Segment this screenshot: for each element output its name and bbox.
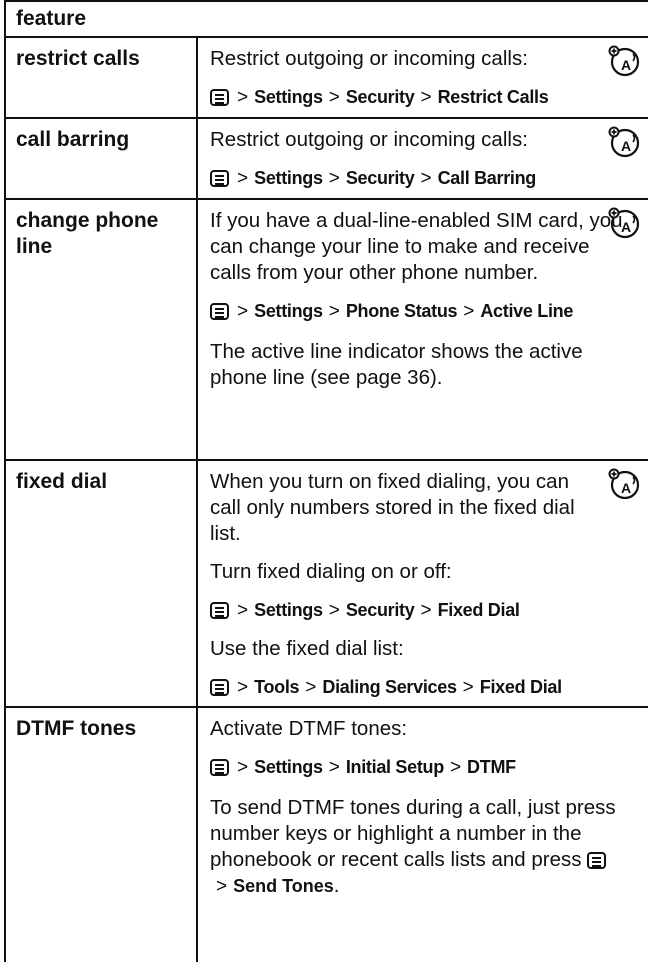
feature-name: fixed dial (6, 461, 198, 706)
menu-path-item: Settings (254, 87, 323, 107)
menu-key-icon (587, 852, 607, 869)
menu-path: > Settings > Initial Setup > DTMF (198, 742, 648, 781)
table-row: DTMF tones Activate DTMF tones: > Setting… (4, 708, 648, 962)
description-text: Activate DTMF tones: (210, 717, 408, 740)
menu-path-item: Dialing Services (322, 677, 457, 697)
feature-description: A Restrict outgoing or incoming calls: >… (198, 119, 648, 198)
menu-path-item: Fixed Dial (479, 677, 562, 697)
description-note: The active line indicator shows the acti… (210, 340, 583, 389)
menu-key-icon (210, 89, 229, 106)
description-subtext: Turn fixed dialing on or off: (210, 560, 452, 583)
menu-path-item: Security (345, 600, 415, 620)
table-row: fixed dial A When you turn on fixed dial… (4, 461, 648, 708)
feature-table: feature restrict calls A Restrict outgoi… (4, 0, 648, 962)
feature-description: Activate DTMF tones: > Settings > Initial S… (198, 708, 648, 962)
note-text: To send DTMF tones during a call, just p… (210, 796, 616, 871)
menu-path-item: Security (345, 87, 415, 107)
svg-text:A: A (621, 57, 631, 73)
feature-description: A Restrict outgoing or incoming calls: >… (198, 38, 648, 117)
menu-path: > Settings > Security > Restrict Calls (198, 72, 648, 111)
network-feature-icon: A (608, 126, 640, 158)
menu-path-item: Settings (254, 168, 323, 188)
network-feature-icon: A (608, 45, 640, 77)
description-note: To send DTMF tones during a call, just p… (210, 796, 616, 897)
menu-key-icon (210, 602, 229, 619)
menu-path-item: Restrict Calls (437, 87, 549, 107)
menu-path-item: Security (345, 168, 415, 188)
feature-column-header: feature (16, 7, 87, 30)
table-row: call barring A Restrict outgoing or inco… (4, 119, 648, 200)
menu-key-icon (210, 759, 229, 776)
menu-path-item: Fixed Dial (437, 600, 520, 620)
menu-path: > Settings > Phone Status > Active Line (198, 286, 648, 325)
menu-path-item: Settings (254, 600, 323, 620)
menu-path-item: Active Line (480, 301, 574, 321)
menu-path-item: Call Barring (437, 168, 537, 188)
table-header: feature (4, 0, 648, 38)
description-text: If you have a dual-line-enabled SIM card… (210, 209, 623, 284)
menu-path-item: Tools (254, 677, 300, 697)
menu-key-icon (210, 679, 229, 696)
svg-text:A: A (621, 138, 631, 154)
feature-name: restrict calls (6, 38, 198, 117)
menu-key-icon (210, 303, 229, 320)
feature-name: change phone line (6, 200, 198, 459)
network-feature-icon: A (608, 468, 640, 500)
feature-description: A If you have a dual-line-enabled SIM ca… (198, 200, 648, 459)
description-text: Restrict outgoing or incoming calls: (210, 47, 528, 70)
description-text: When you turn on fixed dialing, you can … (210, 470, 575, 545)
menu-path-item: Phone Status (345, 301, 458, 321)
menu-path: > Settings > Security > Call Barring (198, 153, 648, 192)
menu-path: > Tools > Dialing Services > Fixed Dial (198, 662, 648, 701)
svg-text:A: A (621, 480, 631, 496)
menu-path-item: Initial Setup (345, 757, 444, 777)
description-text: Restrict outgoing or incoming calls: (210, 128, 528, 151)
menu-path-item: Settings (254, 301, 323, 321)
description-subtext: Use the fixed dial list: (210, 637, 404, 660)
feature-description: A When you turn on fixed dialing, you ca… (198, 461, 648, 706)
menu-path: > Settings > Security > Fixed Dial (198, 585, 648, 624)
note-end: . (333, 874, 340, 897)
menu-key-icon (210, 170, 229, 187)
svg-text:A: A (621, 219, 631, 235)
feature-name: call barring (6, 119, 198, 198)
menu-path-item: Settings (254, 757, 323, 777)
table-row: restrict calls A Restrict outgoing or in… (4, 38, 648, 119)
table-row: change phone line A If you have a dual-l… (4, 200, 648, 461)
menu-path-item: DTMF (467, 757, 516, 777)
menu-path-item: Send Tones (233, 876, 334, 896)
feature-name: DTMF tones (6, 708, 198, 962)
network-feature-icon: A (608, 207, 640, 239)
